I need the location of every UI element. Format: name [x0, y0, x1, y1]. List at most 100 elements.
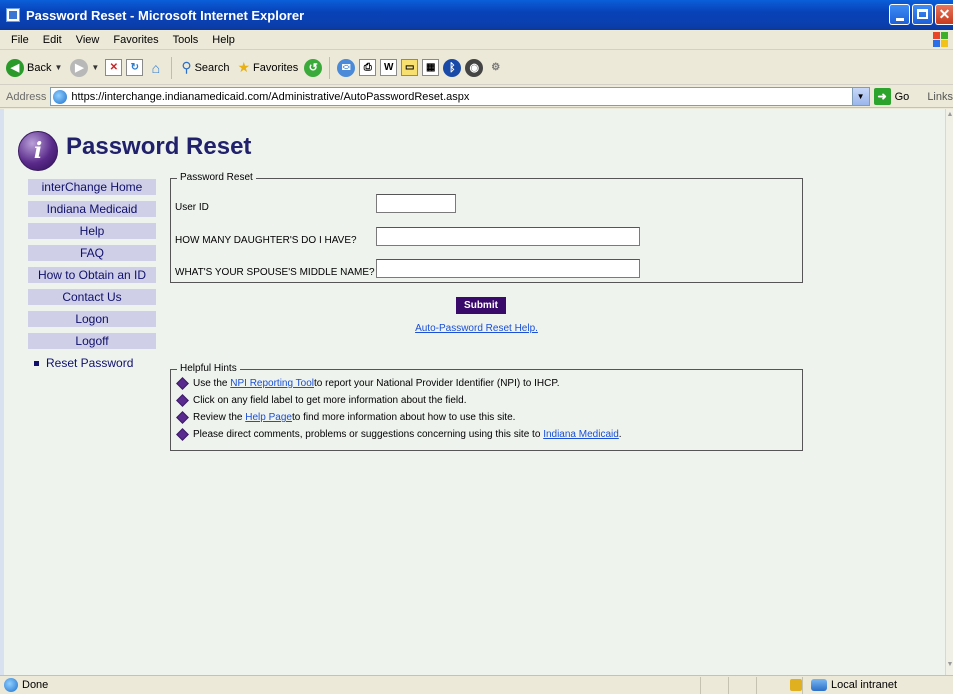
address-dropdown-button[interactable]: ▼: [851, 88, 869, 105]
bluetooth-button[interactable]: ᛒ: [443, 58, 462, 77]
scroll-up-icon[interactable]: ▲: [946, 111, 953, 123]
messenger-button[interactable]: ◉: [465, 58, 484, 77]
history-button[interactable]: ↺: [304, 58, 323, 77]
menu-tools[interactable]: Tools: [166, 34, 206, 46]
hint-text: .: [618, 429, 622, 440]
search-icon: ⚲: [181, 59, 192, 75]
search-label: Search: [194, 61, 230, 74]
research-button[interactable]: ▦: [422, 59, 440, 76]
npi-reporting-tool-link[interactable]: NPI Reporting Tool: [230, 378, 314, 389]
minimize-button[interactable]: [889, 4, 910, 25]
sidebar-item-interchange-home[interactable]: interChange Home: [28, 179, 156, 195]
address-url: https://interchange.indianamedicaid.com/…: [71, 90, 470, 103]
refresh-button[interactable]: ↻: [126, 59, 144, 76]
security-zone[interactable]: Local intranet: [802, 676, 897, 694]
sidebar-item-contact-us[interactable]: Contact Us: [28, 289, 156, 305]
toolbar-separator: [171, 56, 173, 79]
toolbar-separator: [329, 56, 331, 79]
page-done-icon: [4, 678, 18, 692]
user-id-label[interactable]: User ID: [175, 202, 209, 213]
status-cell: [756, 676, 784, 694]
vertical-scrollbar[interactable]: ▲ ▼: [945, 109, 953, 675]
sidebar-item-indiana-medicaid[interactable]: Indiana Medicaid: [28, 201, 156, 217]
scroll-down-icon[interactable]: ▼: [946, 661, 953, 673]
menu-bar: File Edit View Favorites Tools Help: [0, 30, 953, 50]
window-title: Password Reset - Microsoft Internet Expl…: [26, 7, 305, 23]
page-icon: [53, 89, 68, 104]
question2-label[interactable]: WHAT'S YOUR SPOUSE'S MIDDLE NAME?: [175, 267, 375, 278]
close-button[interactable]: ✕: [935, 4, 953, 25]
sidebar-item-reset-password[interactable]: Reset Password: [28, 355, 156, 371]
stop-button[interactable]: ✕: [105, 59, 123, 76]
status-bar: Done Local intranet: [0, 675, 953, 694]
search-button[interactable]: ⚲ Search: [179, 59, 231, 76]
sidebar-item-help[interactable]: Help: [28, 223, 156, 239]
menu-help[interactable]: Help: [205, 34, 242, 46]
hint-text: Click on any field label to get more inf…: [193, 395, 467, 406]
windows-logo-icon: [933, 32, 949, 48]
close-icon: ✕: [938, 6, 951, 22]
page-title: Password Reset: [66, 133, 252, 160]
forward-arrow-icon: ▶: [70, 58, 89, 77]
menu-favorites[interactable]: Favorites: [106, 34, 165, 46]
hint-text: to report your National Provider Identif…: [314, 378, 560, 389]
question2-input[interactable]: [376, 259, 640, 278]
hint-item: Please direct comments, problems or sugg…: [175, 428, 622, 441]
sidebar-item-logoff[interactable]: Logoff: [28, 333, 156, 349]
home-button[interactable]: ⌂: [147, 59, 164, 76]
hint-text: Please direct comments, problems or sugg…: [193, 429, 541, 440]
active-bullet-icon: [34, 361, 39, 367]
star-icon: ★: [237, 59, 250, 75]
print-button[interactable]: ⎙: [359, 59, 377, 76]
go-button[interactable]: ➜ Go: [873, 88, 910, 105]
page-viewport: i Password Reset interChange Home Indian…: [4, 109, 945, 675]
back-label: Back: [27, 61, 52, 74]
browser-toolbar: ◀ Back ▼ ▶ ▼ ✕ ↻ ⌂ ⚲ Search ★ Favorites …: [0, 51, 953, 85]
menu-file[interactable]: File: [4, 34, 36, 46]
hint-text: to find more information about how to us…: [291, 412, 516, 423]
window-titlebar: Password Reset - Microsoft Internet Expl…: [0, 0, 953, 30]
minimize-icon: [895, 18, 904, 21]
password-reset-fieldset: Password Reset User ID HOW MANY DAUGHTER…: [170, 172, 803, 283]
menu-edit[interactable]: Edit: [36, 34, 69, 46]
diamond-bullet-icon: [176, 411, 189, 424]
submit-button[interactable]: Submit: [456, 297, 506, 314]
help-link-row: Auto-Password Reset Help.: [4, 323, 945, 334]
folder-button[interactable]: ▭: [401, 59, 419, 76]
favorites-label: Favorites: [253, 61, 299, 74]
diamond-bullet-icon: [176, 394, 189, 407]
helpful-hints-fieldset: Helpful Hints Use the NPI Reporting Tool…: [170, 363, 803, 451]
status-cell: [728, 676, 756, 694]
back-button[interactable]: ◀ Back ▼: [4, 58, 64, 77]
address-label: Address: [6, 90, 47, 103]
tools-button[interactable]: ⚙: [487, 59, 504, 76]
favorites-button[interactable]: ★ Favorites: [235, 59, 300, 76]
ie-window-icon: [6, 8, 20, 22]
mail-button[interactable]: ✉: [337, 58, 356, 77]
question1-label[interactable]: HOW MANY DAUGHTER'S DO I HAVE?: [175, 235, 357, 246]
help-page-link[interactable]: Help Page: [245, 412, 292, 423]
question1-input[interactable]: [376, 227, 640, 246]
auto-password-reset-help-link[interactable]: Auto-Password Reset Help.: [415, 323, 538, 334]
menu-view[interactable]: View: [69, 34, 107, 46]
hint-text: Review the: [193, 412, 243, 423]
go-label: Go: [894, 90, 910, 103]
user-id-input[interactable]: [376, 194, 456, 213]
back-arrow-icon: ◀: [6, 58, 24, 77]
links-button[interactable]: Links: [927, 91, 953, 103]
maximize-button[interactable]: [912, 4, 933, 25]
local-intranet-icon: [811, 679, 827, 691]
sidebar-item-obtain-id[interactable]: How to Obtain an ID: [28, 267, 156, 283]
forward-button[interactable]: ▶ ▼: [68, 58, 101, 77]
sidebar-item-faq[interactable]: FAQ: [28, 245, 156, 261]
indiana-medicaid-link[interactable]: Indiana Medicaid: [543, 429, 619, 440]
lock-icon[interactable]: [790, 679, 802, 691]
helpful-hints-legend: Helpful Hints: [177, 363, 240, 374]
status-left: Done: [0, 678, 700, 692]
diamond-bullet-icon: [176, 377, 189, 390]
hint-item: Use the NPI Reporting Tool to report you…: [175, 377, 560, 390]
diamond-bullet-icon: [176, 428, 189, 441]
edit-button[interactable]: W: [380, 59, 398, 76]
maximize-icon: [917, 9, 928, 19]
address-input[interactable]: https://interchange.indianamedicaid.com/…: [50, 87, 870, 106]
